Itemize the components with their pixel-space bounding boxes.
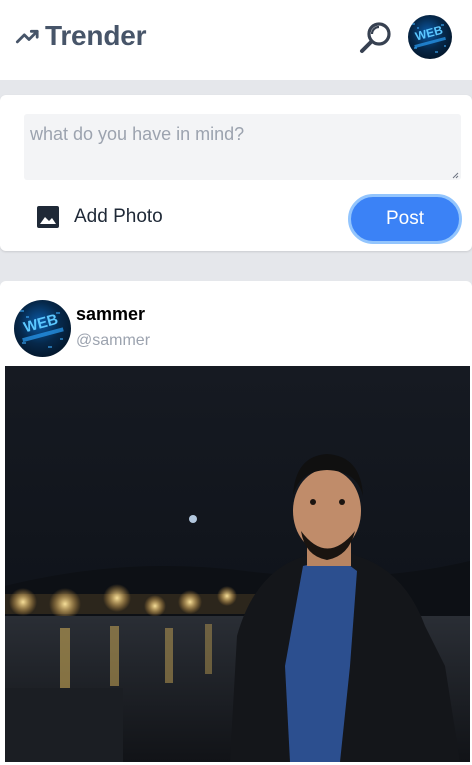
add-photo-label: Add Photo (74, 206, 163, 227)
avatar-image: WEB (412, 23, 446, 53)
search-icon (360, 22, 391, 53)
search-button[interactable] (358, 19, 396, 57)
post-button[interactable]: Post (348, 194, 462, 244)
post-author-handle: @sammer (76, 332, 151, 349)
post-image[interactable] (5, 366, 470, 762)
avatar-image: WEB (20, 310, 64, 348)
user-avatar[interactable]: WEB (408, 15, 452, 59)
post-photo (5, 366, 470, 762)
app-page: Trender WEB what do you have in mind? Ad… (0, 0, 472, 765)
brand-logo[interactable]: Trender (15, 18, 147, 54)
brand-name: Trender (45, 20, 147, 51)
post-author-name[interactable]: sammer (76, 304, 145, 325)
post-input[interactable] (24, 114, 461, 180)
add-photo-button[interactable]: Add Photo (36, 205, 163, 229)
trending-up-icon (15, 29, 39, 44)
post-author-avatar[interactable]: WEB (14, 300, 71, 357)
post-card: WEB sammer @sammer (0, 281, 472, 765)
resize-grip-icon[interactable] (451, 171, 459, 179)
image-icon (37, 206, 59, 228)
top-bar: Trender WEB (0, 0, 472, 80)
